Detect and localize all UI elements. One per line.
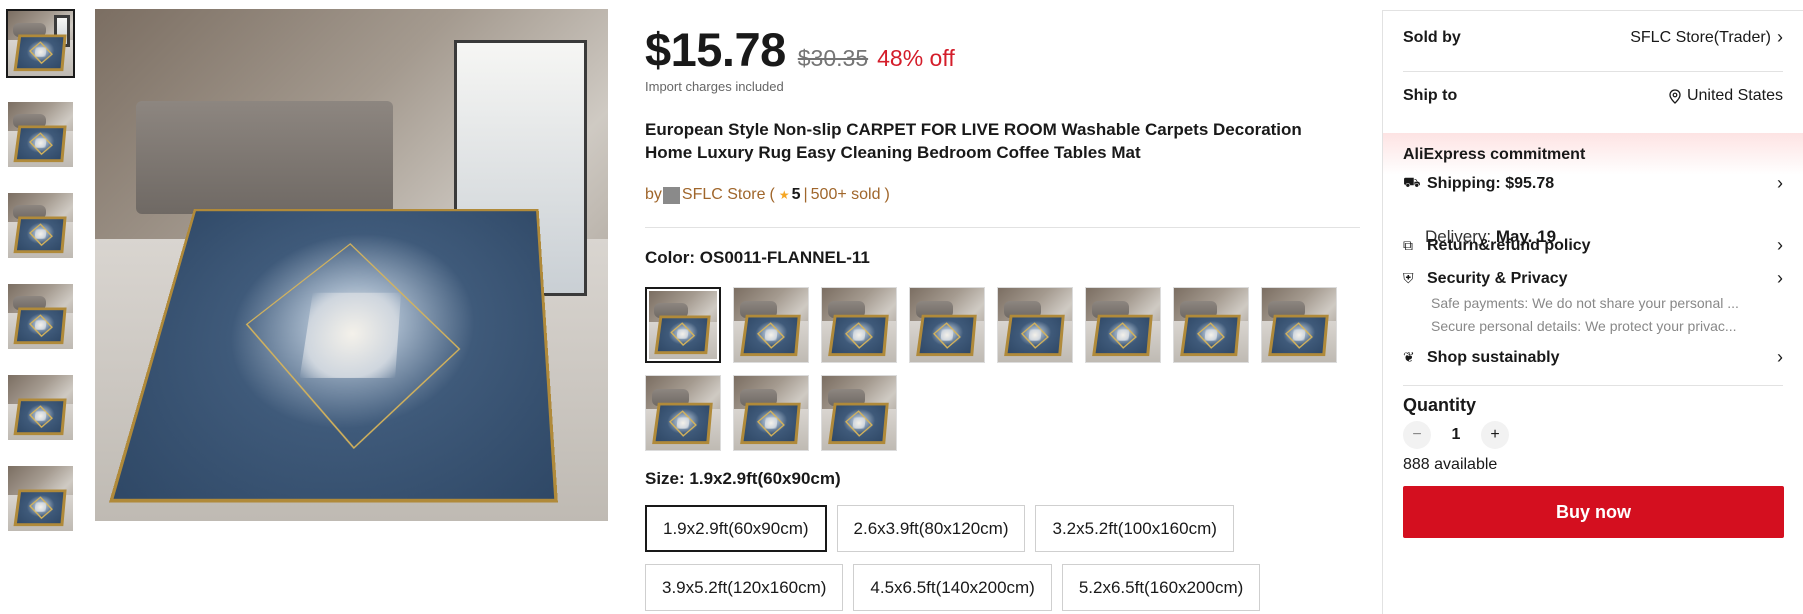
size-label-text: Size: (645, 469, 685, 488)
size-option[interactable]: 3.2x5.2ft(100x160cm) (1035, 505, 1234, 552)
color-swatch[interactable] (645, 375, 721, 451)
chevron-right-icon: › (1777, 347, 1783, 367)
ship-to-value: United States (1686, 87, 1783, 104)
sustain-label: Shop sustainably (1427, 348, 1560, 366)
by-label: by (645, 186, 662, 203)
thumbnail-list (6, 9, 77, 555)
shield-check-icon: ⛨ (1403, 270, 1414, 286)
purchase-panel: Sold by SFLC Store(Trader) › Ship to Uni… (1382, 10, 1803, 614)
price-row: $15.78 $30.35 48% off (645, 22, 955, 77)
store-line: by SFLC Store ( ★ 5 | 500+ sold ) (645, 186, 890, 204)
size-option[interactable]: 4.5x6.5ft(140x200cm) (853, 564, 1052, 611)
thumbnail-3[interactable] (6, 191, 75, 260)
commitment-title: AliExpress commitment (1403, 146, 1586, 163)
ship-to-row[interactable]: Ship to United States (1403, 87, 1783, 105)
discount-badge: 48% off (877, 45, 955, 71)
increase-button[interactable]: + (1481, 421, 1509, 449)
color-swatch[interactable] (1261, 287, 1337, 363)
color-swatch[interactable] (997, 287, 1073, 363)
chevron-right-icon: › (1777, 27, 1783, 47)
color-value: OS0011-FLANNEL-11 (699, 248, 870, 267)
size-option[interactable]: 5.2x6.5ft(160x200cm) (1061, 564, 1261, 611)
buy-now-button[interactable]: Buy now (1403, 486, 1784, 538)
chevron-right-icon: › (1777, 268, 1783, 288)
available-count: 888 available (1403, 456, 1498, 473)
quantity-label: Quantity (1403, 395, 1477, 415)
security-label: Security & Privacy (1427, 269, 1568, 287)
color-swatch[interactable] (1173, 287, 1249, 363)
import-note: Import charges included (645, 79, 784, 94)
truck-icon: ⛟ (1403, 174, 1421, 190)
divider (1403, 385, 1783, 386)
current-price: $15.78 (645, 23, 786, 76)
size-value: 1.9x2.9ft(60x90cm) (689, 469, 841, 488)
commitment-header: AliExpress commitment (1383, 133, 1803, 175)
color-swatch[interactable] (821, 287, 897, 363)
color-swatch[interactable] (733, 375, 809, 451)
thumbnail-6[interactable] (6, 464, 75, 533)
divider (645, 227, 1360, 228)
return-label: Return&refund policy (1427, 236, 1591, 254)
thumbnail-1[interactable] (6, 9, 75, 78)
thumbnail-2[interactable] (6, 100, 75, 169)
main-product-image[interactable] (95, 9, 608, 521)
separator: | (803, 186, 808, 203)
color-swatch[interactable] (1085, 287, 1161, 363)
location-pin-icon (1669, 88, 1681, 104)
ship-to-label: Ship to (1403, 87, 1458, 104)
sold-by-label: Sold by (1403, 28, 1461, 46)
leaf-icon: ❦ (1403, 349, 1415, 365)
thumbnail-4[interactable] (6, 282, 75, 351)
product-title: European Style Non-slip CARPET FOR LIVE … (645, 120, 1302, 162)
thumbnail-5[interactable] (6, 373, 75, 442)
size-option[interactable]: 3.9x5.2ft(120x160cm) (645, 564, 844, 611)
quantity-stepper: − 1 + (1403, 421, 1509, 449)
shipping-value: $95.78 (1505, 174, 1555, 192)
store-rating: 5 (791, 186, 801, 203)
security-detail-2: Secure personal details: We protect your… (1431, 318, 1737, 334)
sold-by-row[interactable]: Sold by SFLC Store(Trader) › (1403, 27, 1783, 48)
original-price: $30.35 (797, 45, 869, 71)
security-detail-1: Safe payments: We do not share your pers… (1431, 295, 1739, 311)
decrease-button[interactable]: − (1403, 421, 1431, 449)
size-option[interactable]: 1.9x2.9ft(60x90cm) (645, 505, 827, 552)
shipping-label: Shipping: (1427, 174, 1501, 192)
color-swatch[interactable] (645, 287, 721, 363)
sustainability-row[interactable]: ❦ Shop sustainably › (1403, 347, 1783, 368)
sold-count: 500+ sold (810, 186, 881, 203)
chevron-right-icon: › (1777, 235, 1783, 255)
shipping-row[interactable]: ⛟ Shipping: $95.78 › (1403, 173, 1783, 194)
chevron-right-icon: › (1777, 173, 1783, 193)
return-box-icon: ⧉ (1403, 237, 1413, 253)
size-options: 1.9x2.9ft(60x90cm) 2.6x3.9ft(80x120cm) 3… (645, 505, 1360, 614)
store-link[interactable]: SFLC Store (682, 186, 766, 204)
size-option[interactable]: 2.6x3.9ft(80x120cm) (836, 505, 1026, 552)
open-paren: ( (769, 186, 775, 203)
color-swatch[interactable] (733, 287, 809, 363)
security-row[interactable]: ⛨ Security & Privacy › (1403, 268, 1783, 289)
sold-by-value: SFLC Store(Trader) (1630, 28, 1771, 46)
color-swatch[interactable] (821, 375, 897, 451)
size-label: Size: 1.9x2.9ft(60x90cm) (645, 469, 841, 489)
store-avatar (662, 186, 680, 204)
divider (1403, 71, 1783, 72)
color-swatches (645, 287, 1360, 463)
star-icon: ★ (778, 188, 790, 202)
color-label: Color: OS0011-FLANNEL-11 (645, 248, 870, 268)
quantity-value[interactable]: 1 (1431, 426, 1481, 444)
color-swatch[interactable] (909, 287, 985, 363)
return-policy-row[interactable]: ⧉ Return&refund policy › (1403, 235, 1783, 256)
color-label-text: Color: (645, 248, 696, 267)
close-paren: ) (884, 186, 890, 203)
